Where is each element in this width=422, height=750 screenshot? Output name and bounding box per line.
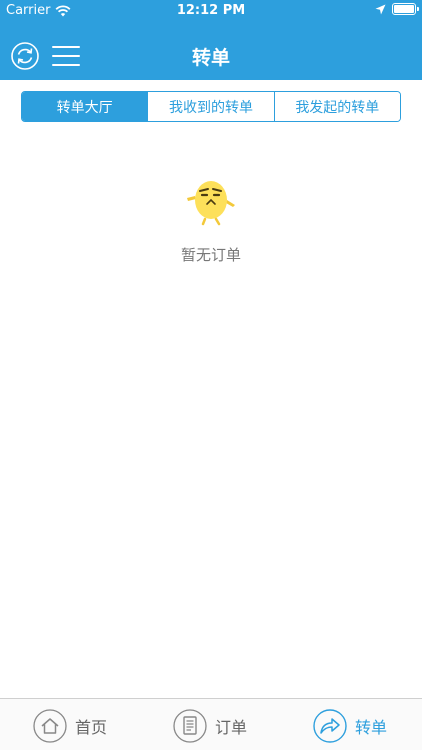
tab-received-transfers[interactable]: 我收到的转单 xyxy=(148,92,275,121)
status-time: 12:12 PM xyxy=(176,3,246,18)
nav-bar: 转单 xyxy=(0,30,422,80)
tabbar-label-orders: 订单 xyxy=(215,718,248,737)
tabbar-item-home[interactable]: 首页 xyxy=(33,708,107,744)
location-arrow-icon xyxy=(375,4,386,14)
tabbar-label-home: 首页 xyxy=(75,718,108,737)
status-right xyxy=(375,3,419,15)
document-icon xyxy=(173,709,207,743)
tabbar-item-orders[interactable]: 订单 xyxy=(173,708,247,744)
tabbar-label-transfer: 转单 xyxy=(355,718,388,737)
bottom-tab-bar: 首页 订单 转单 xyxy=(0,698,422,750)
app-header: Carrier 12:12 PM 转单 xyxy=(0,0,422,80)
tabbar-item-transfer[interactable]: 转单 xyxy=(313,708,387,744)
battery-icon xyxy=(392,3,419,15)
empty-state-message: 暂无订单 xyxy=(180,246,241,264)
empty-mascot-icon xyxy=(187,181,235,226)
tab-transfer-hall[interactable]: 转单大厅 xyxy=(22,92,149,121)
forward-icon xyxy=(313,709,347,743)
status-bar: Carrier 12:12 PM xyxy=(0,0,422,22)
home-icon xyxy=(33,709,67,743)
page-title: 转单 xyxy=(191,47,230,69)
segmented-control: 转单大厅 我收到的转单 我发起的转单 xyxy=(21,91,401,122)
tab-initiated-transfers[interactable]: 我发起的转单 xyxy=(274,92,400,121)
